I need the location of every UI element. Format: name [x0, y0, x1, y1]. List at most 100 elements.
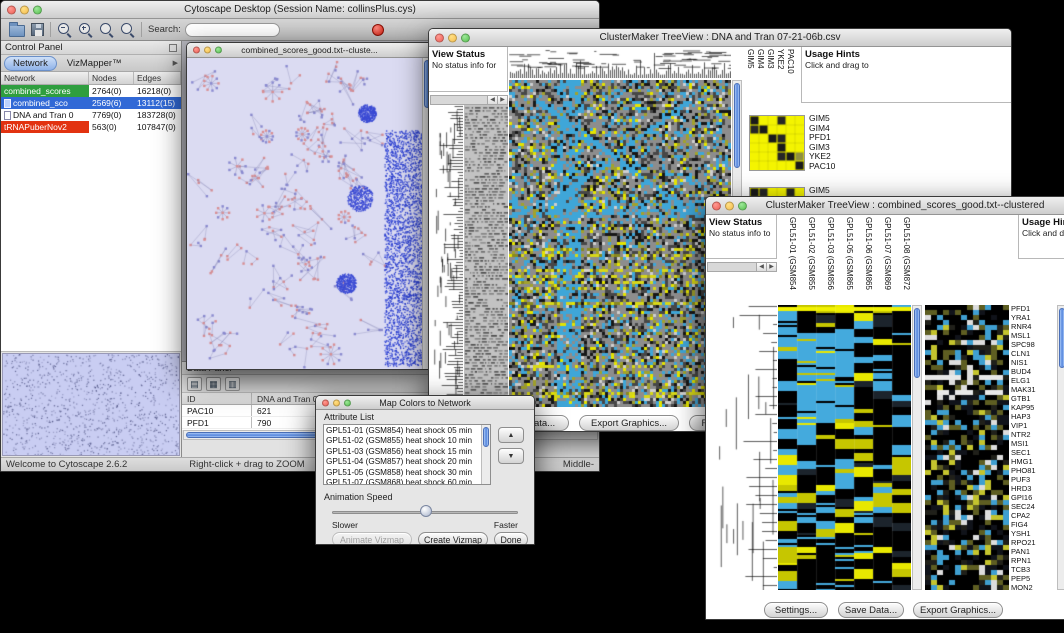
float-panel-icon[interactable]	[169, 44, 177, 52]
row-label-strip	[464, 105, 508, 407]
status-zoom-hint: Right-click + drag to ZOOM	[189, 459, 304, 470]
gene-label: RPO21	[1011, 538, 1055, 547]
attribute-list-item[interactable]: GPL51-07 (GSM868) heat shock 60 min	[326, 478, 480, 485]
save-session-icon[interactable]	[31, 23, 44, 36]
network-row[interactable]: tRNAPuberNov2 563(0) 107847(0)	[1, 121, 181, 133]
window-controls	[322, 399, 351, 406]
zoom-icon[interactable]	[215, 47, 222, 54]
column-dendrogram[interactable]	[509, 49, 731, 78]
scroll-right-icon[interactable]: ▶	[766, 263, 776, 271]
network-window-titlebar[interactable]: combined_scores_good.txt--cluste...	[187, 43, 432, 58]
tab-network[interactable]: Network	[4, 56, 57, 71]
network-row[interactable]: DNA and Tran 0 7769(0) 183728(0)	[1, 109, 181, 121]
gene-label: NTR2	[1011, 430, 1055, 439]
attribute-list-item[interactable]: GPL51-05 (GSM858) heat shock 30 min	[326, 468, 480, 478]
zoom-heatmap[interactable]	[925, 305, 1009, 590]
close-icon[interactable]	[7, 5, 16, 14]
usage-hints-title: Usage Hints	[1022, 217, 1064, 228]
zoom-out-icon[interactable]	[57, 22, 72, 37]
close-icon[interactable]	[712, 201, 721, 210]
minimize-icon[interactable]	[20, 5, 29, 14]
scroll-left-icon[interactable]: ◀	[487, 96, 497, 104]
settings-button[interactable]: Settings...	[764, 602, 828, 618]
row-dendrogram[interactable]	[430, 105, 463, 407]
move-up-button[interactable]: ▲	[498, 427, 524, 443]
export-graphics-button[interactable]: Export Graphics...	[579, 415, 679, 431]
select-attributes-icon[interactable]: ▤	[187, 377, 202, 391]
animate-vizmap-button[interactable]: Animate Vizmap	[332, 532, 412, 545]
search-input[interactable]	[185, 23, 280, 37]
search-label: Search:	[148, 24, 181, 35]
close-icon[interactable]	[193, 47, 200, 54]
scroll-left-icon[interactable]: ◀	[756, 263, 766, 271]
close-icon[interactable]	[435, 33, 444, 42]
dialog-titlebar[interactable]: Map Colors to Network	[316, 396, 534, 410]
row-dendrogram[interactable]	[707, 305, 777, 590]
gene-label: PAC10	[809, 162, 835, 172]
minimize-icon[interactable]	[725, 201, 734, 210]
zoom-icon[interactable]	[33, 5, 42, 14]
minimize-icon[interactable]	[448, 33, 457, 42]
network-row[interactable]: combined_scores 2764(0) 16218(0)	[1, 85, 181, 97]
main-titlebar[interactable]: Cytoscape Desktop (Session Name: collins…	[1, 1, 599, 19]
save-data-button[interactable]: Save Data...	[838, 602, 904, 618]
gene-label: SPC98	[1011, 340, 1055, 349]
window-controls	[7, 5, 42, 14]
annotation-red-icon[interactable]	[372, 24, 384, 36]
create-attribute-icon[interactable]: ▦	[206, 377, 221, 391]
column-label: GPL51-07 (GSM869	[873, 217, 892, 317]
treeview1-titlebar[interactable]: ClusterMaker TreeView : DNA and Tran 07-…	[429, 29, 1011, 47]
expression-heatmap[interactable]	[778, 305, 911, 590]
zoom-fit-icon[interactable]	[99, 22, 114, 37]
view-status-title: View Status	[709, 217, 773, 228]
export-graphics-button[interactable]: Export Graphics...	[913, 602, 1003, 618]
attribute-list-label: Attribute List	[324, 412, 374, 422]
tab-vizmapper[interactable]: VizMapper™	[59, 57, 130, 70]
tab-overflow-icon[interactable]: ▶	[173, 59, 178, 67]
zoom-icon[interactable]	[738, 201, 747, 210]
heatmap-vscrollbar[interactable]	[912, 305, 922, 590]
gene-label: PHO81	[1011, 466, 1055, 475]
slider-knob[interactable]	[420, 505, 432, 517]
gene-label-list: PFD1YRA1RNR4MSL1SPC98CLN1NIS1BUD4ELG1MAK…	[1011, 304, 1055, 594]
gene-label: PAN1	[1011, 547, 1055, 556]
mini-scrollbar[interactable]: ◀ ▶	[430, 95, 508, 105]
up-arrow-icon: ▲	[508, 432, 515, 439]
attribute-list-item[interactable]: GPL51-01 (GSM854) heat shock 05 min	[326, 426, 480, 436]
done-button[interactable]: Done	[494, 532, 528, 545]
move-down-button[interactable]: ▼	[498, 448, 524, 464]
toolbar-separator	[141, 22, 142, 37]
attribute-list-item[interactable]: GPL51-02 (GSM855) heat shock 10 min	[326, 436, 480, 446]
gene-label: CLN1	[1011, 349, 1055, 358]
network-overview-thumbnail[interactable]	[2, 353, 180, 456]
main-window-title: Cytoscape Desktop (Session Name: collins…	[184, 4, 416, 15]
network-row[interactable]: combined_sco 2569(6) 13112(15)	[1, 97, 181, 109]
open-session-icon[interactable]	[9, 25, 25, 37]
control-panel-tabs: Network VizMapper™ ▶	[1, 55, 181, 72]
column-label: GPL51-06 (GSM865	[854, 217, 873, 317]
scroll-right-icon[interactable]: ▶	[497, 96, 507, 104]
minimize-icon[interactable]	[333, 399, 340, 406]
attribute-list[interactable]: GPL51-01 (GSM854) heat shock 05 minGPL51…	[323, 424, 491, 485]
expression-heatmap[interactable]	[509, 80, 731, 407]
delete-attribute-icon[interactable]: ▥	[225, 377, 240, 391]
zoom-vscrollbar[interactable]	[1057, 305, 1064, 590]
mini-scrollbar[interactable]: ◀ ▶	[707, 262, 777, 272]
zoom-icon[interactable]	[461, 33, 470, 42]
gene-label: MAK31	[1011, 385, 1055, 394]
treeview-combined-window: ClusterMaker TreeView : combined_scores_…	[705, 196, 1064, 620]
zoom-in-icon[interactable]	[78, 22, 93, 37]
network-graph-view[interactable]	[187, 58, 422, 370]
close-icon[interactable]	[322, 399, 329, 406]
attribute-list-item[interactable]: GPL51-03 (GSM856) heat shock 15 min	[326, 447, 480, 457]
view-status-text: No status info for	[432, 60, 504, 70]
create-vizmap-button[interactable]: Create Vizmap	[418, 532, 488, 545]
treeview2-titlebar[interactable]: ClusterMaker TreeView : combined_scores_…	[706, 197, 1064, 215]
attribute-list-item[interactable]: GPL51-04 (GSM857) heat shock 20 min	[326, 457, 480, 467]
minimize-icon[interactable]	[204, 47, 211, 54]
network-table-header: Network Nodes Edges	[1, 72, 181, 85]
zoom-icon[interactable]	[344, 399, 351, 406]
correlation-matrix[interactable]	[749, 115, 805, 171]
attribute-list-vscrollbar[interactable]	[481, 425, 490, 484]
zoom-selected-icon[interactable]	[120, 22, 135, 37]
